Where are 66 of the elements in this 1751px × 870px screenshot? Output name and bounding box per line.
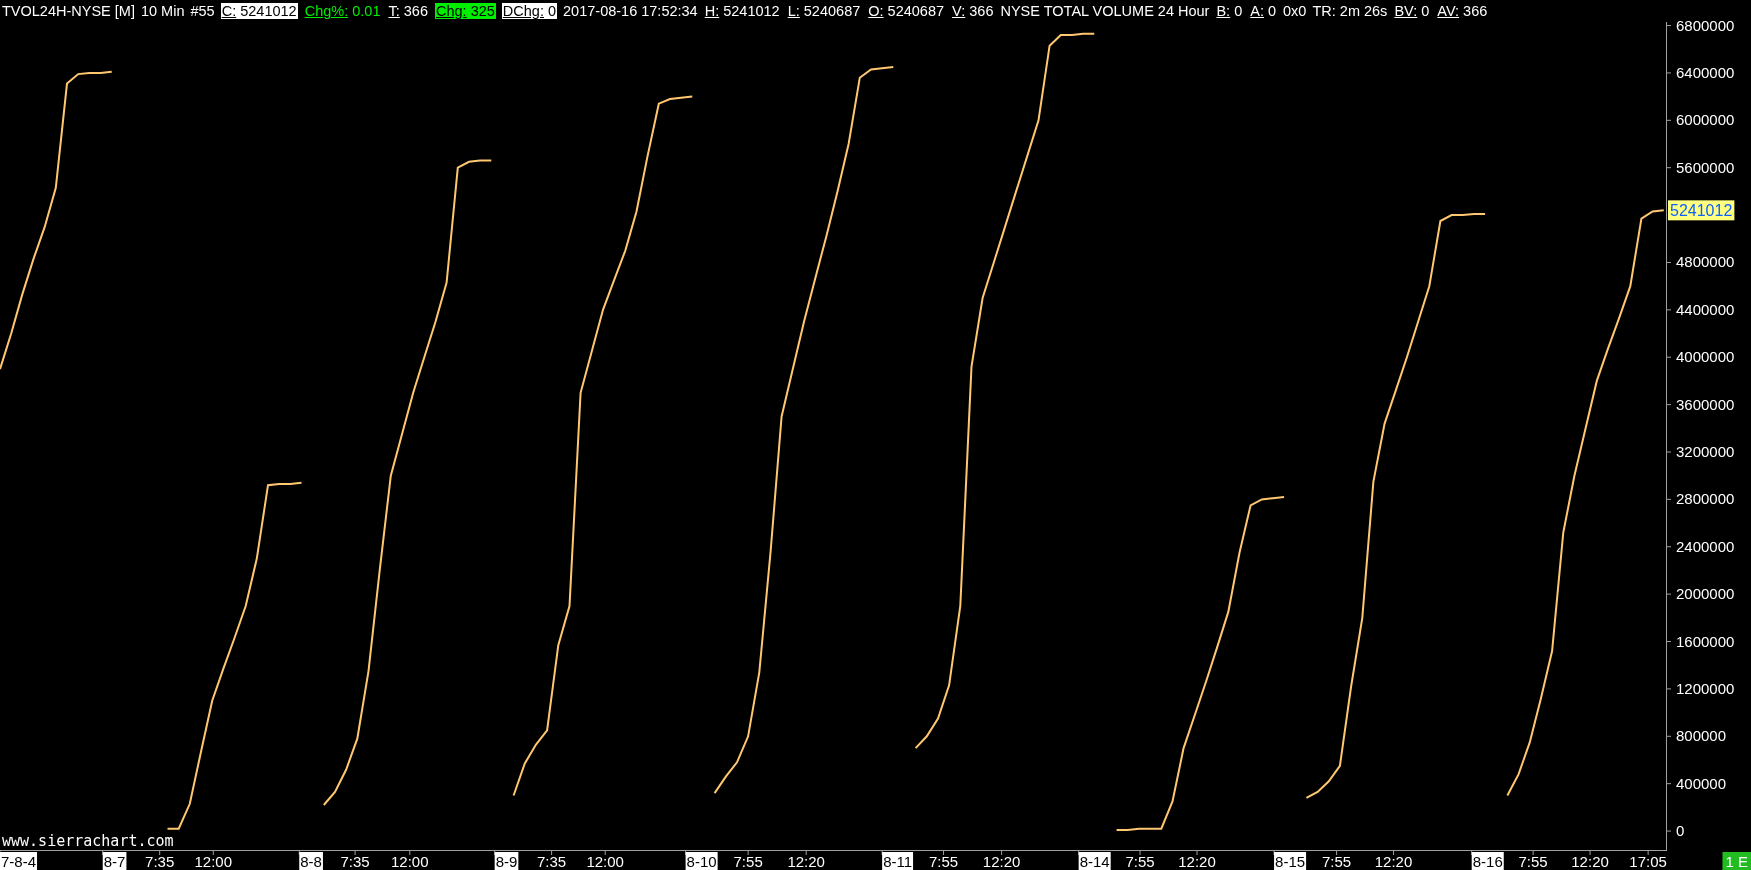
axis-label: 7:55 bbox=[928, 853, 959, 870]
axis-label: 6400000 bbox=[1676, 63, 1735, 81]
axis-label: 12:00 bbox=[194, 853, 233, 870]
axis-label: 7:55 bbox=[1322, 853, 1352, 870]
header-text: NYSE TOTAL VOLUME 24 Hour bbox=[1000, 3, 1210, 19]
header-text: TR: 2m 26s bbox=[1312, 3, 1388, 19]
axis-label: 6000000 bbox=[1676, 111, 1735, 129]
date-label: 8-8 bbox=[299, 852, 323, 870]
header-field: C: 5241012 bbox=[220, 3, 298, 19]
header-field: AV: 366 bbox=[1436, 3, 1489, 19]
axis-label: 4400000 bbox=[1676, 300, 1735, 318]
axis-label: 12:20 bbox=[1571, 853, 1609, 870]
axis-label: 6800000 bbox=[1676, 16, 1735, 34]
axis-label: 7:55 bbox=[1518, 853, 1548, 870]
date-label: 8-7 bbox=[102, 852, 127, 870]
header-text: #55 bbox=[190, 3, 215, 19]
axis-label: 3600000 bbox=[1676, 395, 1735, 413]
header-field: BV: 0 bbox=[1393, 3, 1431, 19]
axis-label: 400000 bbox=[1676, 774, 1727, 792]
axis-label: 7:55 bbox=[1125, 853, 1155, 870]
header-field: A: 0 bbox=[1249, 3, 1278, 19]
date-label: 8-9 bbox=[494, 852, 519, 870]
axis-label: 3200000 bbox=[1676, 443, 1735, 460]
axis-label: 7:35 bbox=[145, 853, 175, 870]
header-field: L: 5240687 bbox=[786, 3, 862, 19]
header-field: T: 366 bbox=[387, 3, 429, 19]
axis-label: 2000000 bbox=[1676, 585, 1735, 603]
date-label: 8-14 bbox=[1078, 852, 1111, 870]
axis-label: 7:35 bbox=[340, 853, 370, 870]
axis-label: 12:20 bbox=[982, 853, 1021, 870]
header-field: V: 366 bbox=[951, 3, 995, 19]
header-field: O: 5240687 bbox=[867, 3, 946, 19]
axis-label: 2400000 bbox=[1676, 537, 1735, 555]
axis-label: 800000 bbox=[1676, 727, 1727, 745]
date-label: 7-8-4 bbox=[0, 852, 38, 870]
price-label: 5241012 bbox=[1668, 200, 1735, 221]
axis-label: 4000000 bbox=[1676, 348, 1735, 366]
axis-label: 5600000 bbox=[1676, 158, 1735, 176]
date-label: 8-11 bbox=[882, 852, 914, 870]
header-field: DChg: 0 bbox=[501, 3, 558, 19]
header-field: Chg: 325 bbox=[434, 3, 496, 19]
axis-label: 1200000 bbox=[1676, 679, 1735, 697]
axis-label: 0 bbox=[1676, 822, 1685, 840]
date-label: 8-16 bbox=[1471, 852, 1504, 870]
header-field: B: 0 bbox=[1215, 3, 1244, 19]
watermark-text: www.sierrachart.com bbox=[2, 832, 174, 850]
axis-label: 12:00 bbox=[586, 853, 624, 870]
header-text: 0x0 bbox=[1283, 3, 1307, 19]
header-field: H: 5241012 bbox=[703, 3, 781, 19]
header-field: Chg%: 0.01 bbox=[303, 3, 382, 19]
date-label: 8-10 bbox=[685, 852, 718, 870]
header-text: 2017-08-16 17:52:34 bbox=[563, 3, 698, 19]
axis-label: 12:20 bbox=[787, 853, 825, 870]
date-label: 8-15 bbox=[1274, 852, 1307, 870]
axis-label: 12:00 bbox=[391, 853, 429, 870]
axis-label: 1600000 bbox=[1676, 632, 1735, 650]
axis-label: 17:05 bbox=[1629, 853, 1667, 870]
header-text: 10 Min bbox=[140, 3, 185, 19]
axis-label: 12:20 bbox=[1178, 853, 1216, 870]
axis-label: 7:35 bbox=[537, 853, 567, 870]
axis-label: 2800000 bbox=[1676, 490, 1735, 508]
header-text: TVOL24H-NYSE [M] bbox=[2, 3, 135, 19]
axis-label: 7:55 bbox=[733, 853, 763, 870]
status-badge: 1 E bbox=[1722, 852, 1751, 870]
axis-label: 4800000 bbox=[1676, 253, 1735, 271]
axis-label: 12:20 bbox=[1374, 853, 1413, 870]
